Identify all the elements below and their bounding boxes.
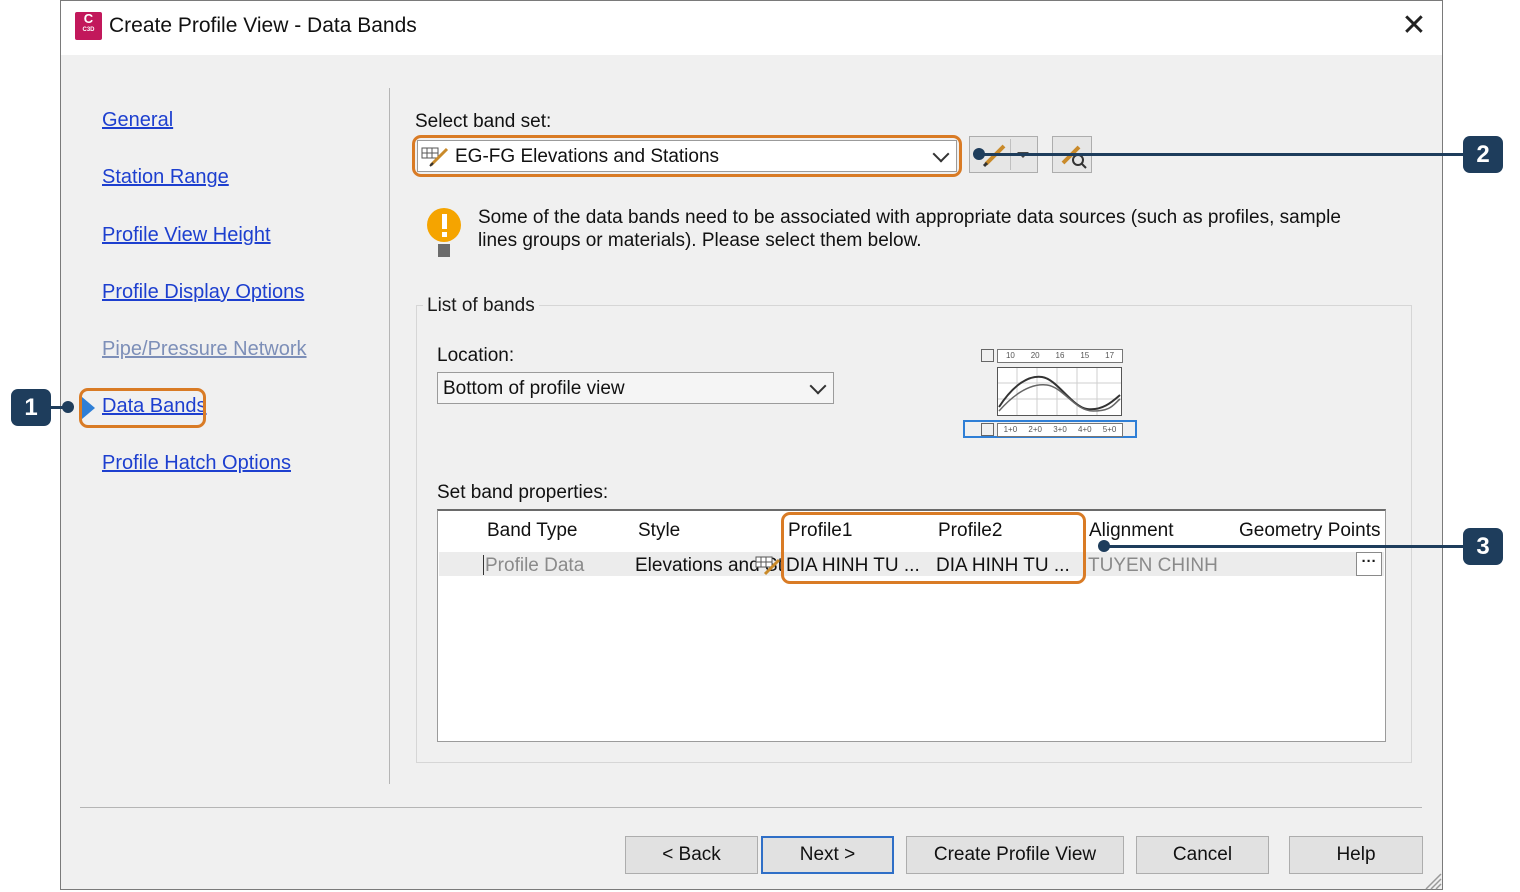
- chevron-down-icon: [809, 377, 827, 395]
- location-dropdown[interactable]: Bottom of profile view: [437, 372, 834, 404]
- cell-band-type[interactable]: Profile Data: [485, 555, 630, 577]
- text-cursor: [483, 555, 484, 575]
- profiles-highlight: [781, 512, 1086, 584]
- callout-3-badge: 3: [1463, 528, 1503, 565]
- preview-bottom-band: 1+0 2+0 3+0 4+0 5+0: [997, 423, 1123, 437]
- window-title: Create Profile View - Data Bands: [109, 14, 417, 37]
- location-label: Location:: [437, 345, 515, 366]
- nav-item-profile-view-height[interactable]: Profile View Height: [102, 224, 271, 247]
- cancel-button[interactable]: Cancel: [1136, 836, 1269, 874]
- horizontal-separator: [80, 807, 1422, 808]
- preview-top-band: 10 20 16 15 17: [997, 349, 1123, 363]
- band-location-preview: 10 20 16 15 17 1+0 2+0 3+0 4+0 5+0: [963, 346, 1139, 442]
- callout-2-badge: 2: [1463, 136, 1503, 173]
- vertical-separator: [389, 88, 390, 784]
- list-of-bands-title: List of bands: [423, 295, 539, 317]
- nav-item-general[interactable]: General: [102, 109, 173, 132]
- location-value: Bottom of profile view: [443, 378, 625, 399]
- preview-top-tick: 20: [1030, 351, 1040, 360]
- app-icon-letter: C: [83, 11, 94, 26]
- next-button[interactable]: Next >: [761, 836, 894, 874]
- nav-item-pipe-pressure-network: Pipe/Pressure Network: [102, 338, 307, 360]
- preview-bottom-checkbox: [981, 423, 994, 436]
- band-properties-label: Set band properties:: [437, 482, 609, 503]
- nav-item-profile-hatch-options[interactable]: Profile Hatch Options: [102, 452, 291, 475]
- data-bands-highlight: [79, 388, 206, 428]
- help-button[interactable]: Help: [1289, 836, 1423, 874]
- preview-top-tick: 16: [1055, 351, 1065, 360]
- column-header-geometry-points[interactable]: Geometry Points: [1239, 520, 1381, 542]
- nav-item-profile-display-options[interactable]: Profile Display Options: [102, 281, 304, 304]
- back-button[interactable]: < Back: [625, 836, 758, 874]
- callout-2-leader: [979, 153, 1463, 156]
- close-icon[interactable]: ✕: [1398, 8, 1430, 44]
- style-edit-icon[interactable]: [755, 556, 781, 576]
- column-header-band-type[interactable]: Band Type: [487, 520, 578, 542]
- warning-text-line1: Some of the data bands need to be associ…: [478, 207, 1341, 228]
- civil3d-app-icon: C C3D: [75, 12, 102, 40]
- preview-top-tick: 15: [1080, 351, 1090, 360]
- band-set-label: Select band set:: [415, 111, 552, 132]
- callout-3-dot: [1098, 540, 1110, 552]
- preview-bottom-tick: 4+0: [1078, 425, 1092, 434]
- preview-profile-graph: [997, 367, 1122, 416]
- column-header-alignment[interactable]: Alignment: [1089, 520, 1174, 542]
- column-header-style[interactable]: Style: [638, 520, 680, 542]
- create-profile-view-button[interactable]: Create Profile View: [906, 836, 1124, 874]
- callout-2-dot: [973, 148, 985, 160]
- preview-top-checkbox: [981, 349, 994, 362]
- preview-bottom-tick: 2+0: [1028, 425, 1042, 434]
- app-icon-sub: C3D: [82, 27, 95, 33]
- warning-text-line2: lines groups or materials). Please selec…: [478, 230, 922, 251]
- cell-alignment[interactable]: TUYEN CHINH: [1088, 555, 1234, 577]
- warning-bulb-icon: [427, 208, 461, 257]
- preview-top-tick: 17: [1105, 351, 1115, 360]
- callout-1-badge: 1: [11, 389, 51, 426]
- callout-3-leader: [1104, 545, 1463, 548]
- callout-1-dot: [62, 401, 74, 413]
- nav-item-station-range[interactable]: Station Range: [102, 166, 229, 189]
- preview-top-tick: 10: [1005, 351, 1015, 360]
- geometry-points-browse-button[interactable]: ···: [1356, 552, 1382, 576]
- preview-bottom-tick: 5+0: [1102, 425, 1117, 434]
- band-set-highlight: [412, 135, 962, 177]
- preview-bottom-tick: 3+0: [1053, 425, 1067, 434]
- resize-grip-icon[interactable]: [1422, 870, 1442, 890]
- preview-bottom-tick: 1+0: [1003, 425, 1018, 434]
